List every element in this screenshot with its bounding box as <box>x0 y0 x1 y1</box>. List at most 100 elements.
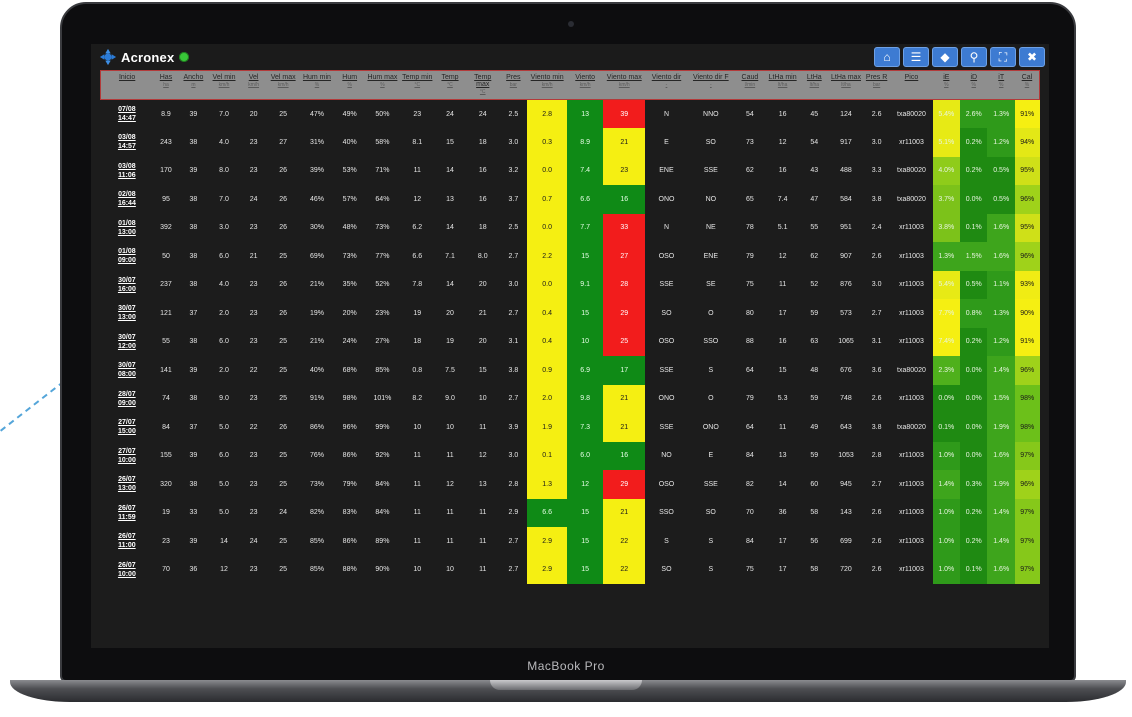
menu-button[interactable]: ☰ <box>903 47 929 67</box>
start-date-link[interactable]: 07/08 14:47 <box>101 100 154 129</box>
cell-hum: 57% <box>342 195 357 203</box>
start-date-link[interactable]: 30/07 16:00 <box>101 271 154 300</box>
table-row[interactable]: 26/07 11:00 23 39 14 24 25 85% 86% 89% 11 11 11 2.7 2.… <box>101 527 1040 556</box>
cell-id: 0.2% <box>960 498 988 527</box>
column-header[interactable]: LtHa lt/ha <box>799 70 830 100</box>
cell-it: 1.6% <box>987 242 1015 271</box>
column-header[interactable]: Viento km/h <box>567 70 604 100</box>
column-header[interactable]: Pres bar <box>499 70 528 100</box>
column-header[interactable]: Hum min% <box>299 70 335 100</box>
start-date-link[interactable]: 28/07 09:00 <box>101 385 154 414</box>
cell-hum-min: 40% <box>309 366 324 374</box>
column-header[interactable]: LtHa min lt/ha <box>765 70 800 100</box>
column-header[interactable]: LtHa max lt/ha <box>829 70 863 100</box>
start-date-link[interactable]: 30/07 12:00 <box>101 328 154 357</box>
table-row[interactable]: 26/07 10:00 70 36 12 23 25 85% 88% 90% 10 10 11 2.7 2.… <box>101 555 1040 585</box>
cell-hum-max: 52% <box>375 281 390 289</box>
cell-hum-min: 73% <box>309 480 324 488</box>
start-date: 30/07 <box>118 276 136 284</box>
column-header-label: LtHa max <box>831 74 861 81</box>
tag-button[interactable]: ◆ <box>932 47 958 67</box>
start-date-link[interactable]: 02/08 16:44 <box>101 185 154 214</box>
start-date-link[interactable]: 26/07 11:00 <box>101 527 154 556</box>
start-date-link[interactable]: 30/07 13:00 <box>101 299 154 328</box>
cell-viento-dir: N <box>663 224 669 232</box>
table-row[interactable]: 30/07 16:00 237 38 4.0 23 26 21% 35% 52% 7.8 14 20 3.… <box>101 270 1040 300</box>
column-header[interactable]: Temp °C <box>434 70 466 100</box>
column-header[interactable]: Vel km/h <box>239 70 268 100</box>
cell-vel: 20 <box>249 110 258 118</box>
start-date: 30/07 <box>118 305 136 313</box>
table-row[interactable]: 03/08 11:06 170 39 8.0 23 26 39% 53% 71% 11 14 16 3.2… <box>101 156 1040 186</box>
column-header[interactable]: Ancho m <box>178 70 209 100</box>
column-header[interactable]: Caud l/min <box>734 70 766 100</box>
column-header[interactable]: Vel min km/h <box>208 70 240 100</box>
column-header[interactable]: Temp min °C <box>400 70 435 100</box>
cell-viento: 9.8 <box>567 384 604 413</box>
start-date-link[interactable]: 27/07 15:00 <box>101 413 154 442</box>
fullscreen-button[interactable]: ⛶ <box>990 47 1016 67</box>
location-pin-button[interactable]: ⚲ <box>961 47 987 67</box>
column-header[interactable]: Pres Rbar <box>862 70 891 100</box>
column-header[interactable]: Hum max% <box>364 70 401 100</box>
start-date-link[interactable]: 03/08 14:57 <box>101 128 154 157</box>
start-date-link[interactable]: 01/08 09:00 <box>101 242 154 271</box>
cell-vel-max: 25 <box>279 452 288 460</box>
cell-pres-r: 3.1 <box>871 338 882 346</box>
start-date-link[interactable]: 26/07 13:00 <box>101 470 154 499</box>
column-header[interactable]: iT% <box>987 70 1015 100</box>
column-header[interactable]: Vel max km/h <box>267 70 299 100</box>
column-header[interactable]: Has ha <box>153 70 179 100</box>
column-header[interactable]: iD% <box>960 70 988 100</box>
cell-temp-min: 11 <box>413 480 421 488</box>
column-header-unit: bar <box>873 82 881 88</box>
start-date-link[interactable]: 26/07 11:59 <box>101 499 154 528</box>
home-button[interactable]: ⌂ <box>874 47 900 67</box>
table-row[interactable]: 01/08 13:00 392 38 3.0 23 26 30% 48% 73% 6.2 14 18 2.… <box>101 213 1040 243</box>
cell-viento-min: 0.3 <box>527 128 568 157</box>
table-row[interactable]: 30/07 13:00 121 37 2.0 23 26 19% 20% 23% 19 20 21 2.7… <box>101 299 1040 328</box>
cell-vel-min: 7.0 <box>219 110 229 118</box>
table-row[interactable]: 26/07 11:59 19 33 5.0 23 24 82% 83% 84% 11 11 11 2.9 6… <box>101 498 1040 528</box>
cell-ltha-min: 7.4 <box>777 195 788 203</box>
start-date: 27/07 <box>118 419 136 427</box>
table-row[interactable]: 07/08 14:47 8.9 39 7.0 20 25 47% 49% 50% 23 24 24 2.5… <box>101 99 1040 129</box>
column-header[interactable]: Viento dir F- <box>687 70 735 100</box>
column-header[interactable]: iE% <box>932 70 961 100</box>
start-date-link[interactable]: 26/07 10:00 <box>101 556 154 585</box>
column-header[interactable]: Viento max km/h <box>603 70 646 100</box>
cell-hum-max: 73% <box>375 224 390 232</box>
column-header[interactable]: Pico <box>890 70 933 100</box>
table-row[interactable]: 03/08 14:57 243 38 4.0 23 27 31% 40% 58% 8.1 15 18 3.… <box>101 128 1040 157</box>
cell-ltha-min: 11 <box>778 423 787 431</box>
cell-hum: 49% <box>342 110 357 118</box>
cell-pres-r: 2.7 <box>871 309 882 317</box>
cell-viento-min: 6.6 <box>527 498 568 527</box>
cell-temp: 14 <box>446 167 454 175</box>
cell-pres-r: 2.6 <box>871 537 882 545</box>
start-date-link[interactable]: 30/07 08:00 <box>101 356 154 385</box>
table-row[interactable]: 30/07 08:00 141 39 2.0 22 25 40% 68% 85% 0.8 7.5 15 3… <box>101 356 1040 385</box>
table-row[interactable]: 30/07 12:00 55 38 6.0 23 25 21% 24% 27% 18 19 20 3.1 0… <box>101 327 1040 357</box>
start-date-link[interactable]: 27/07 10:00 <box>101 442 154 471</box>
cell-vel-min: 5.0 <box>219 480 229 488</box>
table-row[interactable]: 01/08 09:00 50 38 6.0 21 25 69% 73% 77% 6.6 7.1 8.0 2… <box>101 242 1040 271</box>
cell-ltha: 54 <box>810 138 819 146</box>
cell-ltha-min: 16 <box>778 110 787 118</box>
table-row[interactable]: 02/08 16:44 95 38 7.0 24 26 46% 57% 64% 12 13 16 3.7 0… <box>101 185 1040 214</box>
column-header[interactable]: Viento dir - <box>645 70 688 100</box>
column-header[interactable]: Inicio <box>100 70 154 100</box>
table-row[interactable]: 26/07 13:00 320 38 5.0 23 25 73% 79% 84% 11 12 13 2.8… <box>101 470 1040 499</box>
start-date-link[interactable]: 01/08 13:00 <box>101 214 154 243</box>
cell-cal: 98% <box>1014 413 1040 442</box>
table-row[interactable]: 28/07 09:00 74 38 9.0 23 25 91% 98% 101% 8.2 9.0 10 2… <box>101 384 1040 414</box>
start-date-link[interactable]: 03/08 11:06 <box>101 157 154 186</box>
column-header[interactable]: Temp max °C <box>465 70 500 100</box>
column-header[interactable]: Cal% <box>1014 70 1040 100</box>
column-header[interactable]: Hum% <box>334 70 365 100</box>
table-row[interactable]: 27/07 15:00 84 37 5.0 22 26 86% 96% 99% 10 10 11 3.9 1… <box>101 413 1040 442</box>
column-header-label: Inicio <box>118 74 136 81</box>
column-header[interactable]: Viento min km/h <box>527 70 568 100</box>
close-button[interactable]: ✖ <box>1019 47 1045 67</box>
table-row[interactable]: 27/07 10:00 155 39 6.0 23 25 76% 86% 92% 11 11 12 3.0… <box>101 441 1040 471</box>
